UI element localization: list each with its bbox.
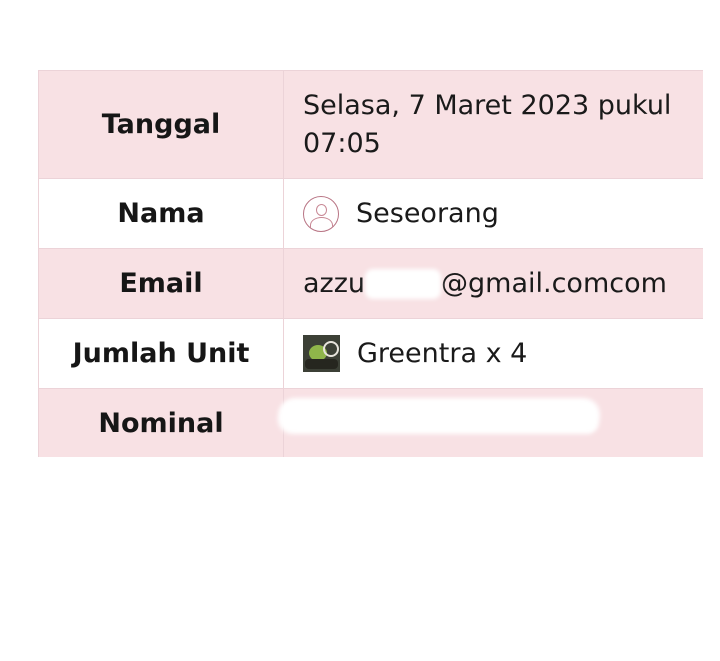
label-jumlah-unit: Jumlah Unit [38, 319, 284, 388]
row-jumlah-unit: Jumlah Unit Greentra x 4 [38, 318, 703, 388]
user-avatar-icon [303, 195, 339, 232]
value-jumlah-unit: Greentra x 4 [357, 338, 528, 369]
value-nama: Seseorang [356, 198, 499, 229]
value-email-prefix: azzu [303, 268, 366, 299]
row-email: Email azzu @gmail.comcom [38, 248, 703, 318]
label-email: Email [38, 249, 284, 318]
product-thumbnail [303, 335, 340, 372]
row-nama: Nama Seseorang [38, 178, 703, 248]
value-email-cell: azzu @gmail.comcom [284, 249, 703, 318]
row-tanggal: Tanggal Selasa, 7 Maret 2023 pukul 07:05 [38, 70, 703, 178]
label-tanggal: Tanggal [38, 71, 284, 178]
value-email-suffix: @gmail.comcom [441, 268, 667, 299]
nominal-redaction [275, 398, 603, 434]
value-tanggal: Selasa, 7 Maret 2023 pukul 07:05 [303, 89, 672, 159]
label-nominal: Nominal [38, 389, 284, 457]
label-nama: Nama [38, 179, 284, 248]
value-nama-cell: Seseorang [284, 179, 703, 248]
email-redaction [365, 268, 442, 299]
value-jumlah-unit-cell: Greentra x 4 [284, 319, 703, 388]
